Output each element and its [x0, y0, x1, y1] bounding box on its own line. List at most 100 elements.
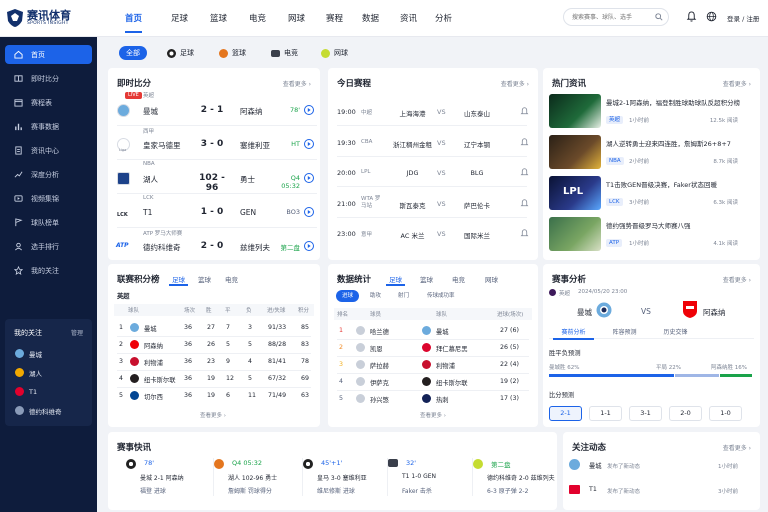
schedule-row[interactable]: 20:00 LPL JDG VS BLG: [337, 159, 529, 189]
news-thumbnail[interactable]: [549, 94, 601, 128]
follow-item-mancity[interactable]: 曼城: [5, 344, 92, 363]
reminder-bell-icon[interactable]: [520, 168, 529, 177]
search-input[interactable]: [563, 8, 669, 26]
live-match-row[interactable]: LCK LCK T1 1 - 0 GEN BO3: [117, 194, 317, 230]
chip-esports[interactable]: 电竞: [271, 46, 298, 60]
stat-pill-assists[interactable]: 助攻: [364, 290, 387, 302]
follow-item-lakers[interactable]: 湖人: [5, 363, 92, 382]
sidebar-item-calendar[interactable]: 赛程表: [5, 93, 92, 112]
analysis-more-link[interactable]: 查看更多 ›: [723, 275, 751, 284]
news-item[interactable]: 湖人逆转勇士迎来四连胜，詹姆斯26+8+7 NBA 2小时前 8.7k 阅读: [549, 135, 754, 175]
topnav-item-4[interactable]: 网球: [288, 12, 305, 24]
stats-player[interactable]: 孙兴慜: [370, 395, 389, 404]
play-icon[interactable]: [304, 173, 314, 183]
play-icon[interactable]: [304, 207, 314, 217]
stats-player[interactable]: 伊萨克: [370, 378, 389, 387]
standings-team[interactable]: 利物浦: [144, 358, 163, 367]
live-match-row[interactable]: LIVE 英超 曼城 2 - 1 阿森纳 78': [117, 92, 317, 128]
sidebar-item-flag[interactable]: 球队榜单: [5, 213, 92, 232]
sidebar-item-trend[interactable]: 深度分析: [5, 165, 92, 184]
score-option-5[interactable]: 1-0: [709, 406, 742, 421]
flash-item[interactable]: 第二盘 德约科维奇 2-0 兹维列夫 6-3 原子弹 2-2: [473, 456, 555, 501]
standings-tab-football[interactable]: 足球: [169, 274, 188, 286]
follow-item-t1[interactable]: T1: [5, 382, 92, 401]
news-thumbnail[interactable]: [549, 217, 601, 251]
analysis-tab-lineup[interactable]: 阵容预测: [604, 327, 645, 336]
news-headline[interactable]: 湖人逆转勇士迎来四连胜，詹姆斯26+8+7: [606, 138, 756, 148]
standings-team[interactable]: 曼城: [144, 324, 157, 333]
brand-logo[interactable]: 赛讯体育 SPORTS INSIGHT: [0, 0, 97, 37]
sidebar-item-document[interactable]: 资讯中心: [5, 141, 92, 160]
chip-tennis[interactable]: 网球: [321, 46, 348, 60]
news-item[interactable]: LPL T1击败GEN晋级决赛，Faker状态回暖 LCK 3小时前 6.3k 阅读: [549, 176, 754, 216]
follow-update-team[interactable]: T1: [589, 486, 597, 493]
reminder-bell-icon[interactable]: [520, 107, 529, 116]
follow-update-team[interactable]: 曼城: [589, 461, 602, 470]
live-match-row[interactable]: 西甲 Liga 皇家马德里 3 - 0 塞维利亚 HT: [117, 126, 317, 162]
flash-item[interactable]: 32' T1 1-0 GEN Faker 击杀: [388, 456, 473, 501]
chip-football[interactable]: 足球: [167, 46, 194, 60]
globe-icon[interactable]: [706, 11, 717, 22]
live-match-row[interactable]: NBA 湖人 102 - 96 勇士 Q4 05:32: [117, 160, 317, 196]
topnav-item-8[interactable]: 分析: [435, 12, 452, 24]
flash-item[interactable]: Q4 05:32 湖人 102-96 勇士 詹姆斯 罚球得分: [214, 456, 303, 501]
standings-tab-basketball[interactable]: 篮球: [198, 274, 211, 284]
topnav-item-2[interactable]: 篮球: [210, 12, 227, 24]
topnav-item-6[interactable]: 数据: [362, 12, 379, 24]
topnav-item-1[interactable]: 足球: [171, 12, 188, 24]
stats-player[interactable]: 凯恩: [370, 344, 383, 353]
stat-pill-shots[interactable]: 射门: [392, 290, 415, 302]
sidebar-item-scoreboard[interactable]: 即时比分: [5, 69, 92, 88]
sidebar-item-bar-chart[interactable]: 赛事数据: [5, 117, 92, 136]
news-item[interactable]: 德约强势晋级罗马大师赛八强 ATP 1小时前 4.1k 阅读: [549, 217, 754, 257]
chip-basketball[interactable]: 篮球: [219, 46, 246, 60]
sidebar-item-home[interactable]: 首页: [5, 45, 92, 64]
standings-team[interactable]: 切尔西: [144, 392, 163, 401]
score-option-2[interactable]: 1-1: [589, 406, 622, 421]
stats-tab-esports[interactable]: 电竞: [452, 274, 465, 284]
reminder-bell-icon[interactable]: [520, 229, 529, 238]
schedule-row[interactable]: 23:00 意甲 AC 米兰 VS 国际米兰: [337, 220, 529, 250]
play-icon[interactable]: [304, 139, 314, 149]
reminder-bell-icon[interactable]: [520, 199, 529, 208]
score-option-1[interactable]: 2-1: [549, 406, 582, 421]
schedule-more-link[interactable]: 查看更多 ›: [501, 79, 529, 88]
news-headline[interactable]: 德约强势晋级罗马大师赛八强: [606, 220, 756, 230]
follow-updates-more-link[interactable]: 查看更多 ›: [723, 443, 751, 452]
topnav-item-7[interactable]: 资讯: [400, 12, 417, 24]
play-icon[interactable]: [304, 105, 314, 115]
chip-all[interactable]: 全部: [119, 46, 147, 60]
schedule-row[interactable]: 19:00 中超 上海海港 VS 山东泰山: [337, 98, 529, 128]
news-headline[interactable]: 曼城2-1阿森纳，福登制胜球助球队反超积分榜: [606, 97, 756, 107]
topnav-item-3[interactable]: 电竞: [249, 12, 266, 24]
flash-item[interactable]: 45'+1' 皇马 3-0 塞维利亚 维尼修斯 进球: [303, 456, 388, 501]
sidebar-item-user[interactable]: 选手排行: [5, 237, 92, 256]
standings-more-link[interactable]: 查看更多 ›: [200, 411, 226, 419]
follow-manage-link[interactable]: 管理: [71, 328, 83, 338]
sidebar-item-star[interactable]: 我的关注: [5, 261, 92, 280]
stats-tab-tennis[interactable]: 网球: [485, 274, 498, 284]
live-match-row[interactable]: ATP 罗马大师赛 ATP 德约科维奇 2 - 0 兹维列夫 第二盘: [116, 228, 317, 264]
topnav-item-5[interactable]: 赛程: [326, 12, 343, 24]
stats-tab-football[interactable]: 足球: [386, 274, 405, 286]
sidebar-item-video[interactable]: 视频集锦: [5, 189, 92, 208]
stats-more-link[interactable]: 查看更多 ›: [420, 411, 446, 419]
play-icon[interactable]: [304, 241, 314, 251]
stats-player[interactable]: 哈兰德: [370, 327, 389, 336]
stats-tab-basketball[interactable]: 篮球: [420, 274, 433, 284]
standings-team[interactable]: 纽卡斯尔联: [144, 375, 175, 384]
topnav-item-0[interactable]: 首页: [125, 12, 143, 33]
analysis-tab-preview[interactable]: 赛前分析: [553, 327, 594, 336]
schedule-row[interactable]: 21:00 WTA 罗马站 斯瓦泰克 VS 萨巴伦卡: [337, 190, 529, 220]
schedule-row[interactable]: 19:30 CBA 浙江稠州金租 VS 辽宁本钢: [337, 129, 529, 159]
reminder-bell-icon[interactable]: [520, 138, 529, 147]
live-more-link[interactable]: 查看更多 ›: [283, 79, 311, 88]
standings-team[interactable]: 阿森纳: [144, 341, 163, 350]
stats-player[interactable]: 萨拉赫: [370, 361, 389, 370]
news-thumbnail[interactable]: [549, 135, 601, 169]
news-thumbnail[interactable]: LPL: [549, 176, 601, 210]
news-item[interactable]: 曼城2-1阿森纳，福登制胜球助球队反超积分榜 英超 1小时前 12.5k 阅读: [549, 94, 754, 134]
news-headline[interactable]: T1击败GEN晋级决赛，Faker状态回暖: [606, 179, 756, 189]
stat-pill-goals[interactable]: 进球: [336, 290, 360, 302]
bell-icon[interactable]: [686, 11, 697, 22]
